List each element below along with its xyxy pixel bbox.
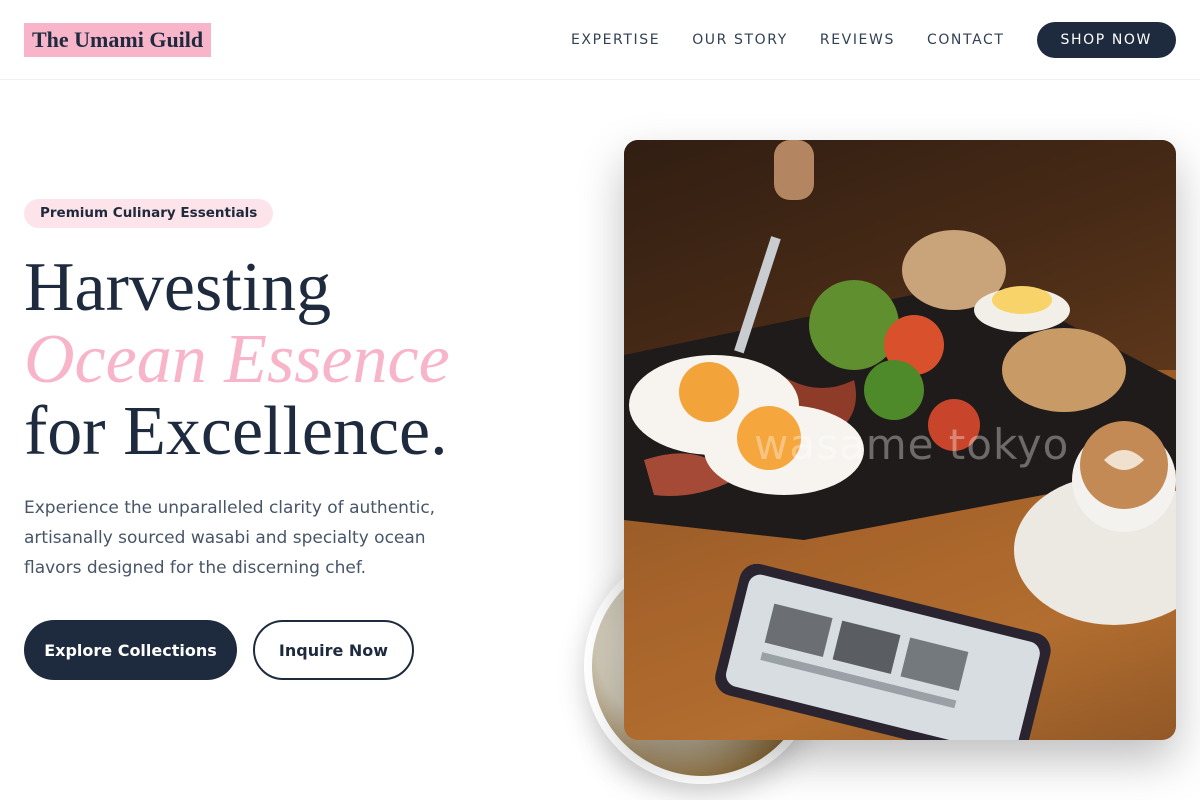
inquire-now-button[interactable]: Inquire Now	[253, 620, 414, 680]
headline-line-2: Ocean Essence	[24, 321, 450, 398]
main-nav: EXPERTISE OUR STORY REVIEWS CONTACT SHOP…	[571, 22, 1176, 58]
headline-line-3: for Excellence.	[24, 393, 448, 470]
nav-link-our-story[interactable]: OUR STORY	[692, 22, 788, 58]
hero-headline: Harvesting Ocean Essence for Excellence.	[24, 252, 584, 468]
hero-description: Experience the unparalleled clarity of a…	[24, 498, 436, 578]
headline-line-1: Harvesting	[24, 249, 332, 326]
shop-now-button[interactable]: SHOP NOW	[1036, 22, 1176, 58]
site-header: The Umami Guild EXPERTISE OUR STORY REVI…	[0, 0, 1200, 80]
hero-food-image: wasame tokyo	[624, 140, 1176, 740]
nav-link-reviews[interactable]: REVIEWS	[820, 22, 895, 58]
nav-link-expertise[interactable]: EXPERTISE	[571, 22, 660, 58]
image-watermark: wasame tokyo	[754, 420, 1070, 469]
brand-logo[interactable]: The Umami Guild	[24, 23, 212, 57]
hero-badge: Premium Culinary Essentials	[24, 199, 274, 228]
explore-collections-button[interactable]: Explore Collections	[24, 620, 237, 680]
nav-link-contact[interactable]: CONTACT	[927, 22, 1005, 58]
